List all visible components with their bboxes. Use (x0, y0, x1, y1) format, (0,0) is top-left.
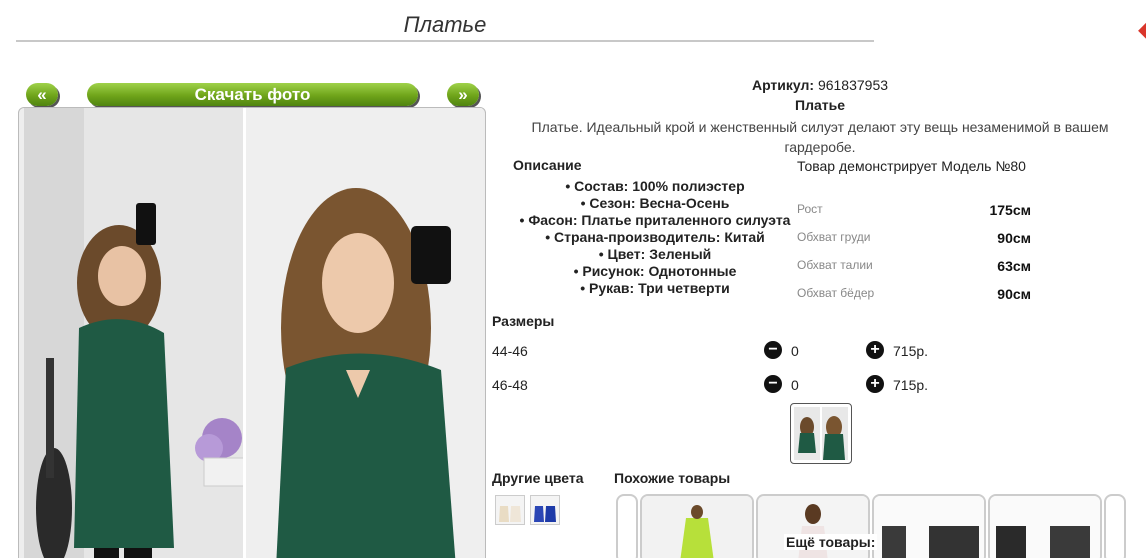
size-name: 46-48 (492, 377, 528, 393)
photo-gallery[interactable] (18, 107, 486, 558)
sizes-heading: Размеры (492, 313, 555, 329)
product-photo-1[interactable] (24, 108, 243, 558)
measurement-value: 90см (997, 286, 1031, 302)
download-photo-button[interactable]: Скачать фото (87, 83, 418, 106)
measurement-value: 90см (997, 230, 1031, 246)
similar-product-card[interactable] (1104, 494, 1126, 558)
attribute-item: Фасон: Платье приталенного силуэта (510, 212, 800, 229)
similar-product-card[interactable] (640, 494, 754, 558)
other-colors-heading: Другие цвета (492, 470, 584, 486)
measurement-label: Рост (797, 202, 823, 216)
measurement-label: Обхват бёдер (797, 286, 875, 300)
size-row: 46-48 − 0 + 715р. (492, 375, 942, 395)
more-products-heading: Ещё товары: (784, 534, 878, 550)
measurement-value: 63см (997, 258, 1031, 274)
measurement-label: Обхват груди (797, 230, 871, 244)
attribute-item: Рисунок: Однотонные (510, 263, 800, 280)
similar-product-card[interactable] (988, 494, 1102, 558)
next-photo-button[interactable]: » (447, 83, 479, 106)
description-heading: Описание (513, 157, 582, 173)
size-row: 44-46 − 0 + 715р. (492, 341, 942, 361)
measurement-row-hips: Обхват бёдер 90см (797, 286, 1037, 302)
measurement-row-chest: Обхват груди 90см (797, 230, 1037, 246)
plus-icon[interactable]: + (866, 341, 884, 359)
product-name: Платье (795, 97, 845, 113)
thumbnail-image (794, 407, 848, 460)
article-label: Артикул: (751, 77, 815, 93)
minus-icon[interactable]: − (764, 375, 782, 393)
similar-product-card[interactable] (616, 494, 638, 558)
similar-product-image (642, 496, 752, 558)
plus-icon[interactable]: + (866, 375, 884, 393)
minus-icon[interactable]: − (764, 341, 782, 359)
product-photo-2[interactable] (246, 108, 483, 558)
attribute-item: Рукав: Три четверти (510, 280, 800, 297)
attribute-list: Состав: 100% полиэстер Сезон: Весна-Осен… (510, 178, 800, 297)
model-note: Товар демонстрирует Модель №80 (797, 158, 1026, 174)
prev-photo-button[interactable]: « (26, 83, 58, 106)
color-variant-thumbnail[interactable] (495, 495, 525, 525)
measurement-row-height: Рост 175см (797, 202, 1037, 218)
page-title-bar: Платье (16, 8, 874, 42)
quantity-value: 0 (791, 377, 799, 393)
attribute-item: Состав: 100% полиэстер (510, 178, 800, 195)
attribute-item: Сезон: Весна-Осень (510, 195, 800, 212)
quantity-value: 0 (791, 343, 799, 359)
measurement-value: 175см (989, 202, 1031, 218)
variant-image (531, 496, 559, 524)
attribute-item: Цвет: Зеленый (510, 246, 800, 263)
size-price: 715р. (893, 377, 929, 393)
size-price: 715р. (893, 343, 929, 359)
measurement-row-waist: Обхват талии 63см (797, 258, 1037, 274)
article-line: Артикул: 961837953 (490, 77, 1146, 93)
variant-image (496, 496, 524, 524)
similar-product-image (874, 496, 984, 558)
model-photo-illustration (24, 108, 243, 558)
color-variant-thumbnail[interactable] (530, 495, 560, 525)
article-value: 961837953 (817, 77, 889, 93)
similar-product-image (990, 496, 1100, 558)
size-name: 44-46 (492, 343, 528, 359)
model-photo-illustration-2 (246, 108, 483, 558)
similar-products-heading: Похожие товары (614, 470, 731, 486)
product-description: Платье. Идеальный крой и женственный сил… (531, 119, 1109, 155)
close-icon[interactable]: ◆ (1138, 16, 1146, 44)
attribute-item: Страна-производитель: Китай (510, 229, 800, 246)
page-title: Платье (403, 12, 487, 37)
selected-thumbnail[interactable] (790, 403, 852, 464)
similar-product-card[interactable] (872, 494, 986, 558)
measurement-label: Обхват талии (797, 258, 873, 272)
